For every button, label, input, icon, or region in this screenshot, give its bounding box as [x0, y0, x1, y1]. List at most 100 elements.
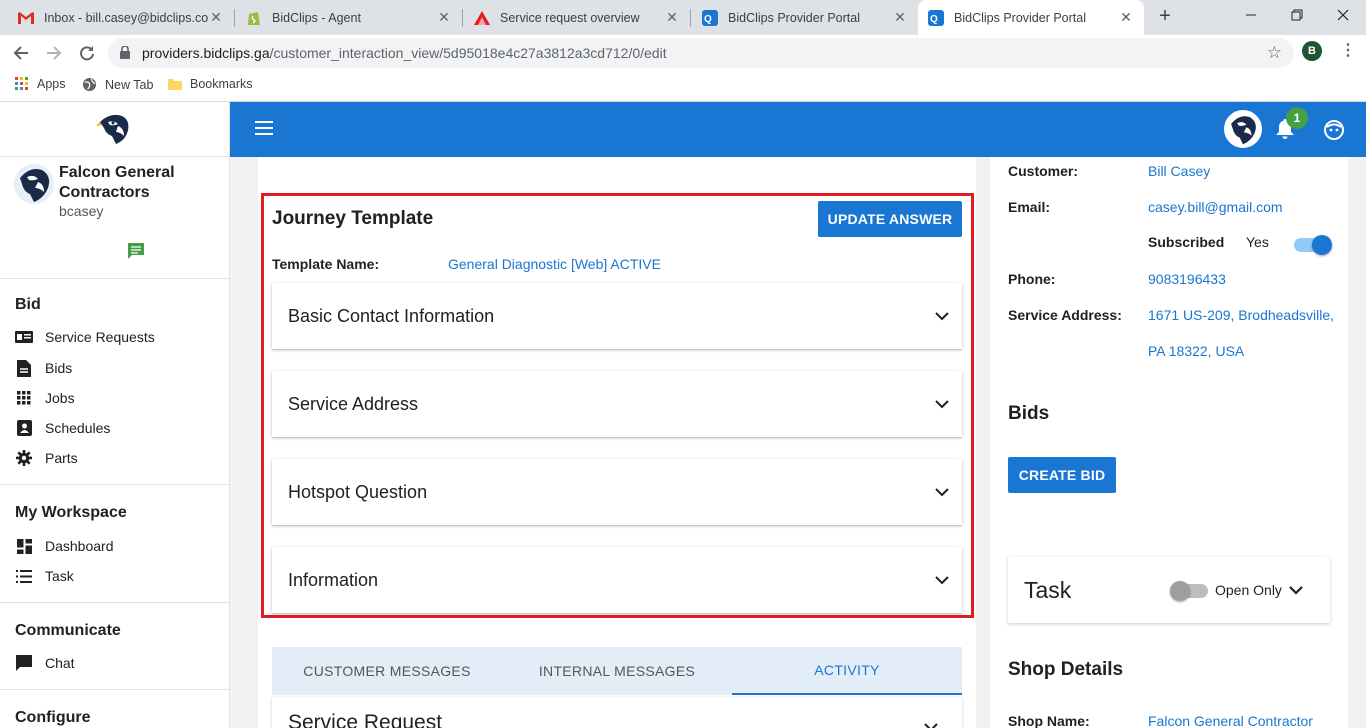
close-tab-icon[interactable]: ✕	[208, 9, 224, 26]
shop-name-label: Shop Name:	[1008, 713, 1090, 728]
app-bar: 1	[230, 102, 1366, 157]
sidebar-item-label: Schedules	[45, 420, 111, 436]
tab-label: Inbox - bill.casey@bidclips.com	[44, 10, 208, 25]
toggle-knob	[1170, 581, 1190, 601]
task-title: Task	[1024, 577, 1072, 603]
accordion-label: Service Address	[288, 393, 419, 414]
grid-icon	[15, 389, 33, 407]
accordion-label: Hotspot Question	[288, 481, 428, 502]
sidebar-item-parts[interactable]: Parts	[15, 446, 78, 470]
close-tab-icon[interactable]: ✕	[1118, 9, 1134, 26]
browser-tab-service-request[interactable]: Service request overview ✕	[464, 0, 690, 35]
browser-tab-provider-portal-active[interactable]: Q BidClips Provider Portal ✕	[918, 0, 1144, 35]
new-tab-button[interactable]: +	[1152, 4, 1178, 30]
chevron-down-icon[interactable]	[922, 575, 962, 585]
id-card-icon	[15, 328, 33, 346]
sidebar-item-jobs[interactable]: Jobs	[15, 386, 75, 410]
chevron-down-icon[interactable]	[924, 719, 938, 728]
main-content: Journey Template UPDATE ANSWER Template …	[230, 157, 1366, 728]
template-name-value[interactable]: General Diagnostic [Web] ACTIVE	[448, 256, 661, 272]
minimize-icon[interactable]	[1228, 0, 1274, 30]
svg-text:Q: Q	[930, 14, 938, 25]
sidebar-item-task[interactable]: Task	[15, 564, 74, 588]
tab-label: BidClips Provider Portal	[728, 10, 860, 25]
accordion-information[interactable]: Information	[272, 547, 962, 613]
tab-activity[interactable]: ACTIVITY	[732, 647, 962, 695]
service-address-line1[interactable]: 1671 US-209, Brodheadsville,	[1148, 307, 1334, 323]
chevron-down-icon[interactable]	[1289, 582, 1303, 600]
sidebar-item-chat[interactable]: Chat	[15, 651, 75, 675]
username: bcasey	[59, 203, 104, 219]
dashboard-icon	[15, 537, 33, 555]
tab-internal-messages[interactable]: INTERNAL MESSAGES	[502, 647, 732, 695]
bookmark-new-tab[interactable]: New Tab	[82, 77, 153, 92]
browser-menu-icon[interactable]: ⋮	[1338, 41, 1358, 61]
browser-tab-gmail[interactable]: Inbox - bill.casey@bidclips.com ✕	[8, 0, 234, 35]
chat-icon	[15, 654, 33, 672]
tab-customer-messages[interactable]: CUSTOMER MESSAGES	[272, 647, 502, 695]
phone-link[interactable]: 9083196433	[1148, 271, 1226, 287]
sidebar-item-label: Dashboard	[45, 538, 114, 554]
template-name-label: Template Name:	[272, 256, 380, 272]
customer-name-link[interactable]: Bill Casey	[1148, 163, 1210, 179]
restore-icon[interactable]	[1274, 0, 1320, 30]
sidebar-item-bids[interactable]: Bids	[15, 356, 72, 380]
contact-book-icon	[15, 419, 33, 437]
forward-arrow-icon[interactable]	[42, 41, 66, 65]
chevron-down-icon[interactable]	[922, 399, 962, 409]
email-label: Email:	[1008, 199, 1051, 215]
back-arrow-icon[interactable]	[9, 41, 33, 65]
subscribed-toggle[interactable]	[1294, 235, 1332, 255]
folder-icon	[168, 77, 182, 91]
create-bid-button[interactable]: CREATE BID	[1008, 457, 1116, 493]
service-request-accordion[interactable]: Service Request	[272, 697, 962, 728]
close-tab-icon[interactable]: ✕	[892, 9, 908, 26]
accordion-label: Basic Contact Information	[288, 305, 495, 326]
lock-icon	[120, 45, 130, 64]
account-face-icon[interactable]	[1324, 120, 1344, 145]
shopify-icon	[246, 10, 262, 26]
accordion-basic-contact-information[interactable]: Basic Contact Information	[272, 283, 962, 349]
chevron-down-icon[interactable]	[922, 487, 962, 497]
bookmarks-bar: Apps New Tab Bookmarks	[0, 71, 1366, 102]
chevron-down-icon[interactable]	[922, 311, 962, 321]
address-bar[interactable]: providers.bidclips.ga/customer_interacti…	[108, 38, 1294, 68]
falcon-logo-icon[interactable]	[96, 112, 134, 151]
accordion-label: Information	[288, 569, 379, 590]
browser-tab-provider-portal[interactable]: Q BidClips Provider Portal ✕	[692, 0, 918, 35]
sidebar-item-label: Parts	[45, 450, 78, 466]
sidebar-item-schedules[interactable]: Schedules	[15, 416, 110, 440]
bids-title: Bids	[1008, 403, 1050, 424]
message-icon[interactable]	[126, 241, 146, 266]
sidebar-item-service-requests[interactable]: Service Requests	[15, 325, 155, 349]
apps-grid-icon	[15, 77, 29, 91]
shop-name-link[interactable]: Falcon General Contractor	[1148, 713, 1313, 728]
subscribed-label: Subscribed	[1148, 234, 1225, 250]
triangle-icon	[474, 10, 490, 26]
document-icon	[15, 359, 33, 377]
bookmark-apps[interactable]: Apps	[15, 77, 66, 91]
accordion-hotspot-question[interactable]: Hotspot Question	[272, 459, 962, 525]
portal-icon: Q	[702, 9, 718, 26]
close-tab-icon[interactable]: ✕	[436, 9, 452, 26]
sidebar-item-dashboard[interactable]: Dashboard	[15, 534, 114, 558]
update-answer-button[interactable]: UPDATE ANSWER	[818, 201, 962, 237]
reload-icon[interactable]	[75, 41, 99, 65]
profile-avatar[interactable]: B	[1302, 41, 1322, 61]
menu-icon[interactable]	[255, 121, 273, 135]
close-tab-icon[interactable]: ✕	[664, 9, 680, 26]
close-window-icon[interactable]	[1320, 0, 1366, 30]
bookmark-star-icon[interactable]: ☆	[1267, 43, 1282, 63]
accordion-service-address[interactable]: Service Address	[272, 371, 962, 437]
company-avatar[interactable]	[14, 164, 54, 204]
service-address-line2[interactable]: PA 18322, USA	[1148, 343, 1244, 359]
falcon-avatar-icon[interactable]	[1224, 110, 1262, 148]
open-only-toggle[interactable]	[1170, 581, 1208, 601]
bookmark-folder[interactable]: Bookmarks	[168, 77, 253, 91]
email-link[interactable]: casey.bill@gmail.com	[1148, 199, 1283, 215]
company-name: Falcon General Contractors	[59, 164, 175, 201]
browser-toolbar: providers.bidclips.ga/customer_interacti…	[0, 35, 1366, 71]
browser-tab-bidclips-agent[interactable]: BidClips - Agent ✕	[236, 0, 462, 35]
tab-label: BidClips - Agent	[272, 10, 361, 25]
service-request-title: Service Request	[288, 711, 443, 728]
